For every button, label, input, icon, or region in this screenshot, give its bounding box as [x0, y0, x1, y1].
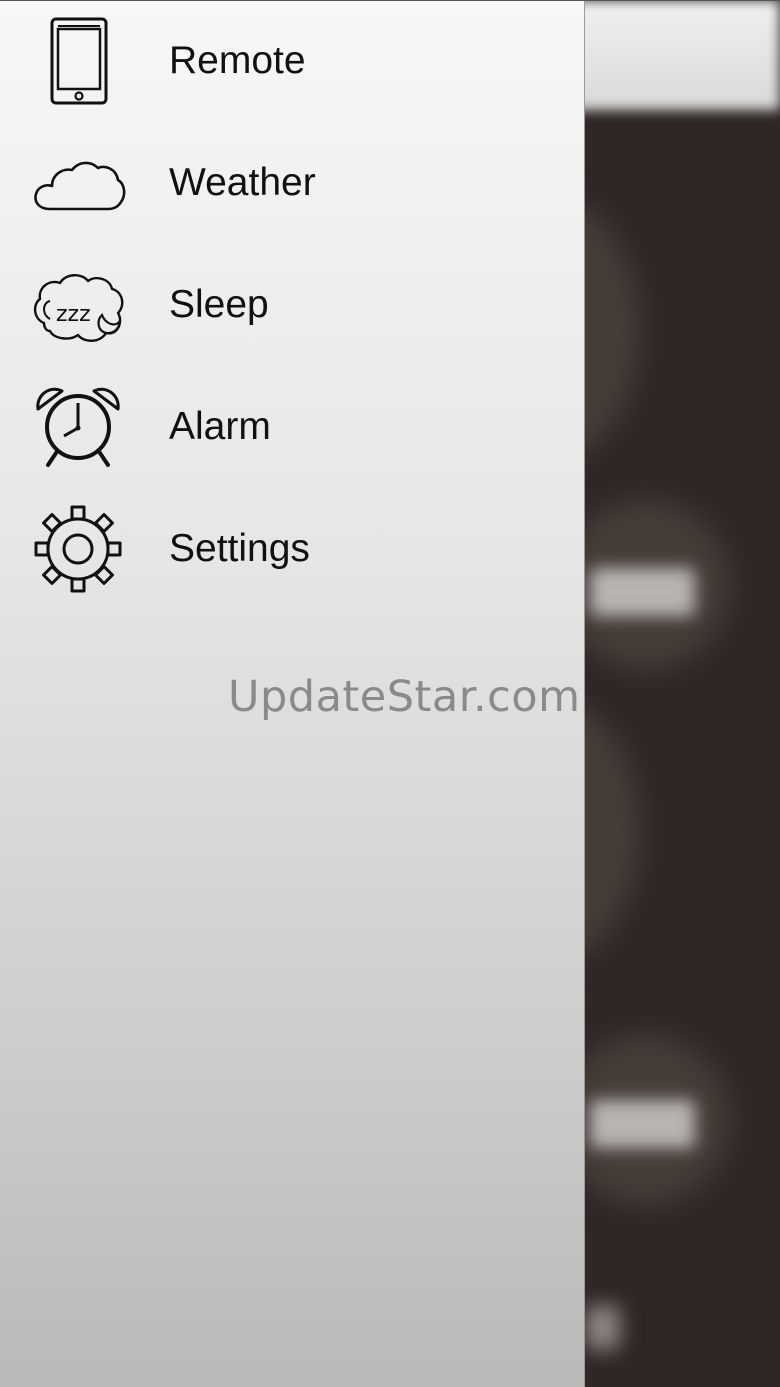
menu-item-settings[interactable]: Settings: [0, 488, 585, 610]
menu-item-sleep[interactable]: zzz Sleep: [0, 244, 585, 366]
menu-item-label: Sleep: [169, 283, 269, 326]
menu-item-label: Weather: [169, 161, 316, 204]
menu-item-weather[interactable]: Weather: [0, 122, 585, 244]
background-blob: [585, 1305, 620, 1350]
svg-text:zzz: zzz: [56, 302, 91, 327]
cloud-icon: [30, 137, 126, 229]
alarm-clock-icon: [30, 381, 126, 473]
phone-icon: [30, 15, 126, 107]
sleep-zzz-icon: zzz: [30, 259, 126, 351]
background-blob: [590, 1100, 695, 1148]
screen: Remote Weather zzz Sleep Alarm Settings …: [0, 0, 780, 1387]
watermark-text: UpdateStar.com: [228, 672, 581, 722]
menu-item-alarm[interactable]: Alarm: [0, 366, 585, 488]
gear-icon: [30, 503, 126, 595]
side-drawer-menu: Remote Weather zzz Sleep Alarm Settings …: [0, 0, 585, 1387]
menu-item-label: Settings: [169, 527, 310, 570]
menu-item-label: Remote: [169, 39, 306, 82]
menu-item-label: Alarm: [169, 405, 271, 448]
top-divider: [0, 0, 780, 1]
menu-item-remote[interactable]: Remote: [0, 0, 585, 122]
background-blob: [590, 568, 695, 616]
